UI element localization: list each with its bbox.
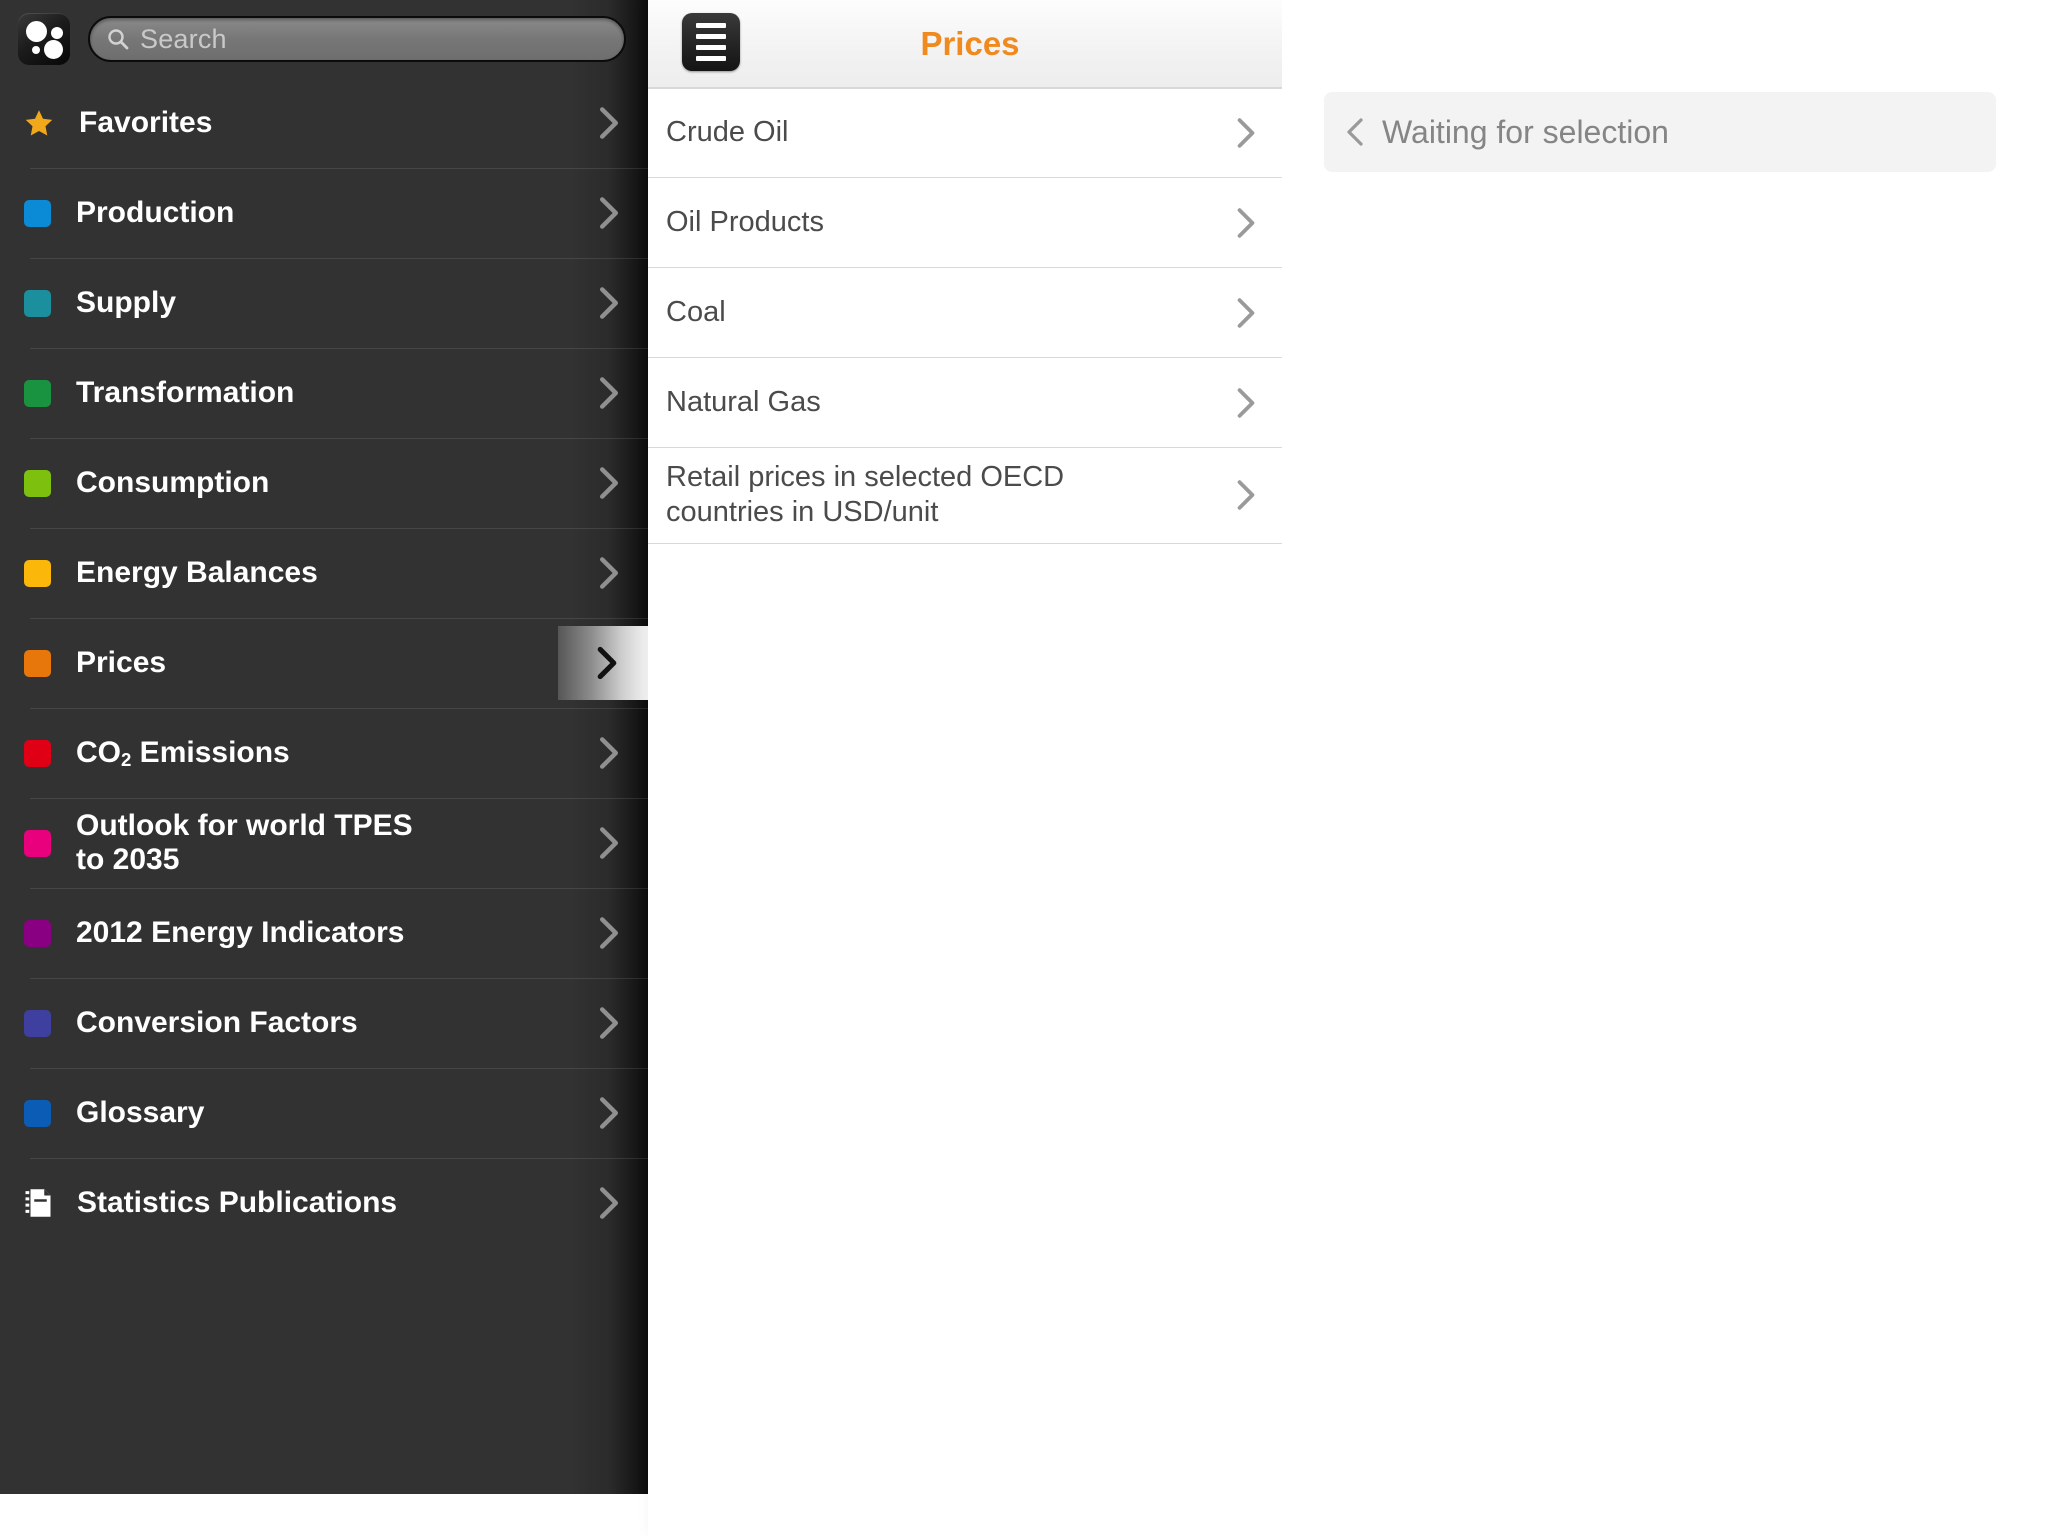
sidebar-item-transformation[interactable]: Transformation [0, 348, 648, 438]
document-icon [25, 1189, 51, 1217]
detail-panel: Waiting for selection [1282, 0, 2048, 1536]
chevron-right-icon [599, 737, 619, 769]
chevron-right-icon [1237, 480, 1255, 511]
color-swatch-icon [24, 199, 51, 227]
chevron-left-icon[interactable] [1346, 117, 1364, 147]
sidebar-item-label: Outlook for world TPES to 2035 [76, 808, 413, 877]
chevron-right-icon [1237, 387, 1255, 418]
list-item-label: Natural Gas [666, 385, 821, 418]
sidebar-item-conversion-factors[interactable]: Conversion Factors [0, 978, 648, 1068]
sidebar-item-label: CO2 Emissions [76, 735, 290, 770]
chevron-right-icon [1237, 297, 1255, 328]
search-input[interactable]: Search [88, 16, 626, 62]
color-swatch-icon [24, 1099, 51, 1127]
chevron-right-icon [1237, 207, 1255, 238]
list-item-label: Coal [666, 295, 726, 328]
list-item-natural-gas[interactable]: Natural Gas [648, 358, 1282, 448]
page-title: Prices [920, 24, 1020, 62]
color-swatch-icon [24, 919, 51, 947]
sidebar-item-2012-energy-indicators[interactable]: 2012 Energy Indicators [0, 888, 648, 978]
middle-panel: Prices Crude Oil Oil Products Coal Natur… [648, 0, 1282, 1536]
list-item-label: Retail prices in selected OECD countries… [666, 461, 1065, 529]
chevron-right-icon [599, 917, 619, 949]
sidebar-item-glossary[interactable]: Glossary [0, 1068, 648, 1158]
status-bar[interactable]: Waiting for selection [1324, 92, 1996, 172]
sidebar-item-label: Production [76, 195, 235, 229]
search-placeholder: Search [140, 23, 227, 54]
chevron-right-icon [599, 1097, 619, 1129]
sidebar-item-label: Favorites [79, 105, 213, 139]
sidebar-item-prices[interactable]: Prices [0, 618, 648, 708]
chevron-right-icon [599, 557, 619, 589]
chevron-right-icon [599, 827, 619, 859]
list-item-retail-prices-oecd[interactable]: Retail prices in selected OECD countries… [648, 448, 1282, 544]
sidebar-item-label: Transformation [76, 375, 295, 409]
list-item-coal[interactable]: Coal [648, 268, 1282, 358]
list-item-crude-oil[interactable]: Crude Oil [648, 88, 1282, 178]
sidebar-item-label: Consumption [76, 465, 270, 499]
search-icon [108, 29, 129, 50]
color-swatch-icon [24, 829, 51, 857]
chevron-right-icon [599, 287, 619, 319]
color-swatch-icon [24, 1009, 51, 1037]
color-swatch-icon [24, 379, 51, 407]
sidebar-item-supply[interactable]: Supply [0, 258, 648, 348]
chevron-right-icon [599, 377, 619, 409]
chevron-right-icon [599, 1187, 619, 1219]
color-swatch-icon [24, 469, 51, 497]
sidebar-search-row: Search [0, 0, 648, 78]
sidebar-item-label: Energy Balances [76, 555, 318, 589]
sidebar-nav: Favorites Production Supply Transformati… [0, 78, 648, 1248]
sidebar-item-consumption[interactable]: Consumption [0, 438, 648, 528]
sidebar-item-label: 2012 Energy Indicators [76, 915, 405, 949]
chevron-right-icon [599, 107, 619, 139]
chevron-right-icon [599, 1007, 619, 1039]
chevron-right-icon [597, 646, 617, 680]
color-swatch-icon [24, 739, 51, 767]
color-swatch-icon [24, 649, 51, 677]
list-item-label: Oil Products [666, 205, 824, 238]
chevron-right-icon [599, 197, 619, 229]
color-swatch-icon [24, 559, 51, 587]
sidebar-item-co2-emissions[interactable]: CO2 Emissions [0, 708, 648, 798]
color-swatch-icon [24, 289, 51, 317]
sidebar-item-label: Prices [76, 645, 167, 679]
prices-category-list: Crude Oil Oil Products Coal Natural Gas [648, 88, 1282, 544]
sidebar-item-favorites[interactable]: Favorites [0, 78, 648, 168]
app-root: Search Favorites Production Supply Trans… [0, 0, 2048, 1536]
middle-panel-header: Prices [648, 0, 1282, 88]
hamburger-menu-icon[interactable] [682, 13, 740, 71]
sidebar-item-outlook-tpes-2035[interactable]: Outlook for world TPES to 2035 [0, 798, 648, 888]
sidebar-item-statistics-publications[interactable]: Statistics Publications [0, 1158, 648, 1248]
sidebar-item-energy-balances[interactable]: Energy Balances [0, 528, 648, 618]
sidebar-item-label: Glossary [76, 1095, 205, 1129]
status-text: Waiting for selection [1382, 113, 1669, 150]
app-logo-icon [18, 13, 70, 65]
sidebar-item-label: Supply [76, 285, 177, 319]
list-item-label: Crude Oil [666, 116, 789, 149]
sidebar-item-label: Statistics Publications [77, 1185, 398, 1219]
star-icon [25, 110, 53, 136]
chevron-right-icon [1237, 118, 1255, 148]
sidebar: Search Favorites Production Supply Trans… [0, 0, 648, 1494]
list-item-oil-products[interactable]: Oil Products [648, 178, 1282, 268]
chevron-right-icon [599, 467, 619, 499]
sidebar-item-production[interactable]: Production [0, 168, 648, 258]
sidebar-item-label: Conversion Factors [76, 1005, 358, 1039]
